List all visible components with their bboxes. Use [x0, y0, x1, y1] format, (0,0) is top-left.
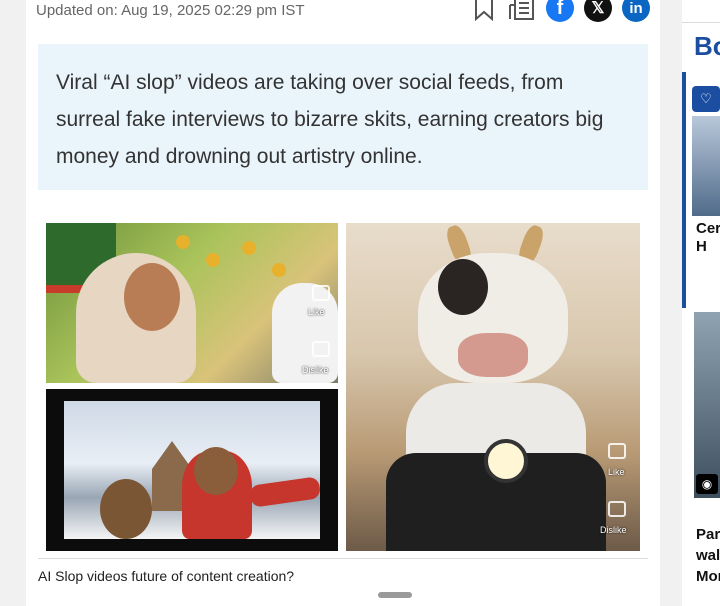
bookmark-icon[interactable] — [470, 0, 498, 22]
monkey-figure — [100, 479, 152, 539]
linkedin-icon[interactable]: in — [622, 0, 650, 22]
like-icon — [608, 443, 626, 459]
monkey-arm — [248, 476, 322, 508]
sidebar-story-image[interactable] — [694, 312, 720, 498]
article-image[interactable]: Like Dislike Like Dislike — [46, 223, 640, 551]
fruit-shape — [206, 253, 220, 267]
caption-divider — [38, 558, 648, 559]
x-icon[interactable]: 𝕏 — [584, 0, 612, 22]
fruit-shape — [242, 241, 256, 255]
updated-timestamp: Updated on: Aug 19, 2025 02:29 pm IST — [36, 2, 305, 19]
fruit-shape — [272, 263, 286, 277]
right-sidebar: Bo ♡ Cer H ◉ Par wal Mor — [682, 0, 720, 606]
news-icon[interactable] — [508, 0, 536, 22]
image-panel-grandmother-goat: Like Dislike — [46, 223, 338, 383]
sidebar-card-image — [692, 116, 720, 216]
article: Updated on: Aug 19, 2025 02:29 pm IST f … — [26, 0, 660, 606]
image-panel-monkeys-selfie — [46, 389, 338, 551]
woman-face — [124, 263, 180, 331]
sidebar-story-title[interactable]: Par wal Mor — [696, 524, 720, 587]
share-toolbar: f 𝕏 in — [470, 0, 650, 22]
sidebar-card-title[interactable]: Cer H — [696, 220, 720, 256]
like-label: Like — [608, 467, 625, 477]
drag-handle[interactable] — [378, 592, 412, 598]
article-summary: Viral “AI slop” videos are taking over s… — [56, 71, 604, 168]
cow-nose — [458, 333, 528, 377]
headlight-shape — [484, 439, 528, 483]
sidebar-header: Bo — [682, 22, 720, 72]
monkey-face — [194, 447, 238, 495]
image-caption: AI Slop videos future of content creatio… — [38, 568, 295, 584]
sidebar-card[interactable]: ♡ — [682, 72, 720, 308]
like-label: Like — [308, 307, 325, 317]
article-summary-box: Viral “AI slop” videos are taking over s… — [38, 44, 648, 190]
dislike-icon — [312, 341, 330, 357]
mountain-scene — [64, 401, 322, 539]
camera-icon: ◉ — [696, 474, 718, 494]
like-icon — [312, 285, 330, 301]
facebook-icon[interactable]: f — [546, 0, 574, 22]
fruit-shape — [176, 235, 190, 249]
dislike-label: Dislike — [600, 525, 627, 535]
dislike-icon — [608, 501, 626, 517]
heart-icon[interactable]: ♡ — [692, 86, 720, 112]
sidebar-brand: Bo — [694, 31, 720, 61]
dislike-label: Dislike — [302, 365, 329, 375]
article-meta: Updated on: Aug 19, 2025 02:29 pm IST f … — [36, 0, 650, 32]
cow-spot — [438, 259, 488, 315]
image-panel-cow-motorcycle: Like Dislike — [346, 223, 640, 551]
